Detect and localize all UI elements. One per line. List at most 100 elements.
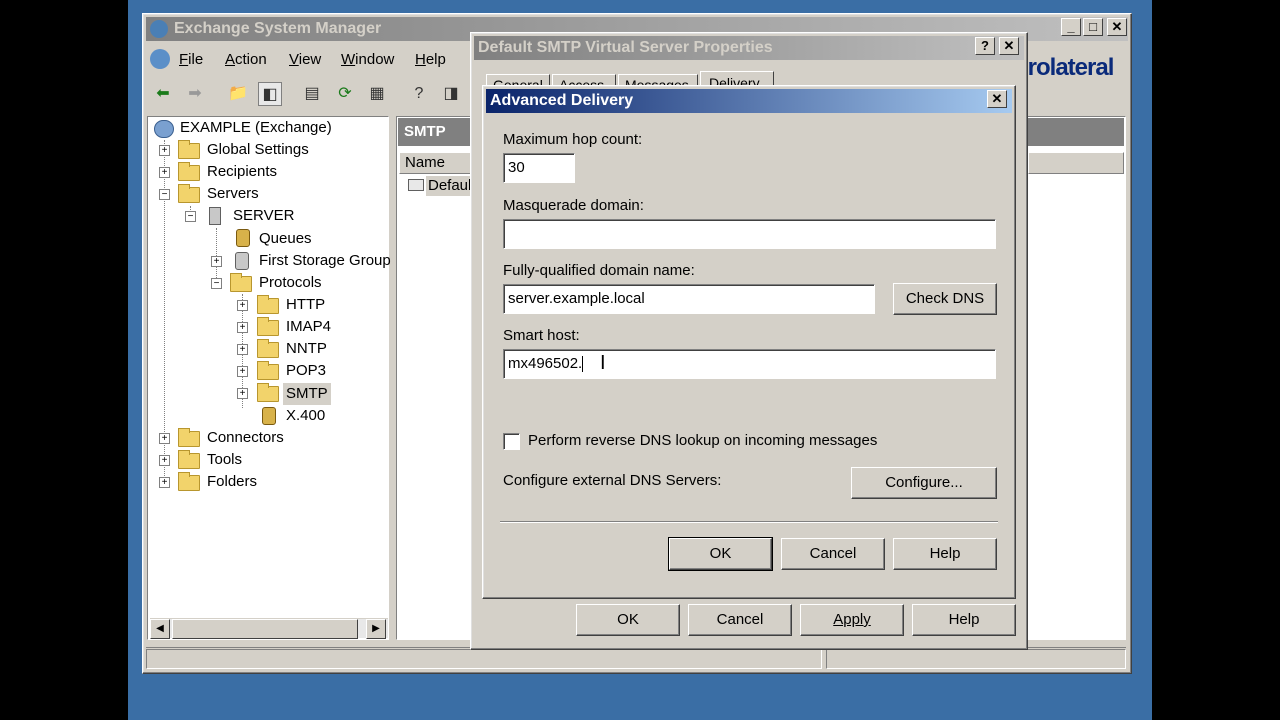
folder-icon (178, 140, 200, 159)
tree-http[interactable]: HTTP (286, 294, 325, 316)
tree-recipients[interactable]: Recipients (207, 161, 277, 183)
tree-imap4[interactable]: IMAP4 (286, 316, 331, 338)
tree-global-settings[interactable]: Global Settings (207, 139, 309, 161)
expand-tools[interactable]: + (159, 455, 170, 466)
root-icon (154, 120, 174, 138)
expand-smtp[interactable]: + (237, 388, 248, 399)
advanced-ok-button[interactable]: OK (668, 537, 773, 571)
tree-pop3[interactable]: POP3 (286, 360, 326, 382)
watermark-logo: prolateral (1014, 54, 1114, 81)
expand-pop3[interactable]: + (237, 366, 248, 377)
close-button[interactable]: ✕ (1107, 18, 1127, 36)
advanced-help-button[interactable]: Help (893, 538, 997, 570)
column-header-spare[interactable] (1028, 152, 1124, 174)
tree-root[interactable]: EXAMPLE (Exchange) (180, 117, 332, 139)
show-hide-action-pane-icon[interactable]: ◨ (439, 82, 463, 106)
minimize-button[interactable]: _ (1061, 18, 1081, 36)
tree-folders[interactable]: Folders (207, 471, 257, 493)
fqdn-label: Fully-qualified domain name: (503, 262, 695, 279)
folder-icon (178, 162, 200, 181)
menu-action[interactable]: Action (225, 51, 267, 68)
tree-tools[interactable]: Tools (207, 449, 242, 471)
properties-icon[interactable]: ▤ (300, 82, 324, 106)
check-dns-button[interactable]: Check DNS (893, 283, 997, 315)
tree-nntp[interactable]: NNTP (286, 338, 327, 360)
menu-view[interactable]: View (289, 51, 321, 68)
configure-button[interactable]: Configure... (851, 467, 997, 499)
esm-app-icon (150, 19, 168, 38)
expand-http[interactable]: + (237, 300, 248, 311)
export-list-icon[interactable]: ▦ (365, 82, 389, 106)
collapse-protocols[interactable]: − (211, 278, 222, 289)
help-icon[interactable]: ? (407, 82, 431, 106)
list-item-default-smtp[interactable]: Defaul (426, 176, 474, 196)
properties-apply-button[interactable]: Apply (800, 604, 904, 636)
text-caret (582, 356, 584, 373)
reverse-dns-checkbox[interactable] (503, 433, 520, 450)
ibeam-cursor-icon: I (600, 352, 606, 374)
maximize-button[interactable]: □ (1083, 18, 1103, 36)
tree-smtp[interactable]: SMTP (283, 383, 331, 405)
properties-titlebar: Default SMTP Virtual Server Properties (474, 36, 1024, 60)
expand-nntp[interactable]: + (237, 344, 248, 355)
masquerade-domain-input[interactable] (503, 219, 996, 249)
properties-help-footer-button[interactable]: Help (912, 604, 1016, 636)
scroll-left-button[interactable]: ◀ (150, 619, 170, 639)
scroll-right-button[interactable]: ▶ (366, 619, 386, 639)
expand-recipients[interactable]: + (159, 167, 170, 178)
column-header-name[interactable]: Name (399, 152, 479, 174)
advanced-delivery-titlebar: Advanced Delivery (486, 89, 1012, 113)
folder-icon (178, 428, 200, 447)
back-icon[interactable]: ⬅ (151, 82, 175, 106)
list-item-label: Defaul (428, 177, 472, 194)
properties-close-button[interactable]: ✕ (999, 37, 1019, 55)
tree-servers[interactable]: Servers (207, 183, 259, 205)
tree-queues[interactable]: Queues (259, 228, 312, 250)
folder-icon (178, 184, 200, 203)
expand-connectors[interactable]: + (159, 433, 170, 444)
tree-horizontal-scrollbar[interactable]: ◀ ▶ (150, 618, 388, 639)
menu-file[interactable]: File (179, 51, 203, 68)
column-header-label: Name (405, 154, 446, 171)
scroll-thumb[interactable] (172, 619, 358, 639)
mmc-icon (150, 49, 170, 69)
properties-title: Default SMTP Virtual Server Properties (478, 39, 773, 56)
advanced-cancel-button[interactable]: Cancel (781, 538, 885, 570)
tree-first-storage-group[interactable]: First Storage Group (259, 250, 391, 272)
show-hide-tree-icon[interactable]: ◧ (258, 82, 282, 106)
external-dns-label: Configure external DNS Servers: (503, 472, 722, 489)
reverse-dns-label[interactable]: Perform reverse DNS lookup on incoming m… (528, 432, 877, 449)
tree-x400[interactable]: X.400 (286, 405, 325, 427)
advanced-delivery-title: Advanced Delivery (490, 92, 634, 109)
expand-imap4[interactable]: + (237, 322, 248, 333)
menu-window[interactable]: Window (341, 51, 394, 68)
properties-cancel-button[interactable]: Cancel (688, 604, 792, 636)
smart-host-input[interactable]: mx496502. I (503, 349, 996, 379)
tree-server[interactable]: SERVER (233, 205, 294, 227)
x400-icon (262, 407, 276, 425)
max-hop-count-input[interactable]: 30 (503, 153, 575, 183)
folder-icon (178, 472, 200, 491)
menu-help[interactable]: Help (415, 51, 446, 68)
up-folder-icon[interactable]: 📁 (226, 82, 250, 106)
smart-host-value: mx496502. (508, 355, 583, 372)
collapse-servers[interactable]: − (159, 189, 170, 200)
refresh-icon[interactable]: ⟳ (333, 82, 357, 106)
smart-host-label: Smart host: (503, 327, 580, 344)
folder-icon (257, 361, 279, 380)
storage-group-icon (235, 252, 249, 270)
collapse-server[interactable]: − (185, 211, 196, 222)
fqdn-input[interactable]: server.example.local (503, 284, 875, 314)
advanced-delivery-close-button[interactable]: ✕ (987, 90, 1007, 108)
forward-icon[interactable]: ➡ (183, 82, 207, 106)
status-pane-1 (146, 649, 822, 669)
expand-global-settings[interactable]: + (159, 145, 170, 156)
tree-connectors[interactable]: Connectors (207, 427, 284, 449)
properties-ok-button[interactable]: OK (576, 604, 680, 636)
properties-help-button[interactable]: ? (975, 37, 995, 55)
tree-protocols[interactable]: Protocols (259, 272, 322, 294)
max-hop-count-label: Maximum hop count: (503, 131, 643, 148)
expand-folders[interactable]: + (159, 477, 170, 488)
open-folder-icon (257, 383, 279, 402)
expand-first-storage-group[interactable]: + (211, 256, 222, 267)
